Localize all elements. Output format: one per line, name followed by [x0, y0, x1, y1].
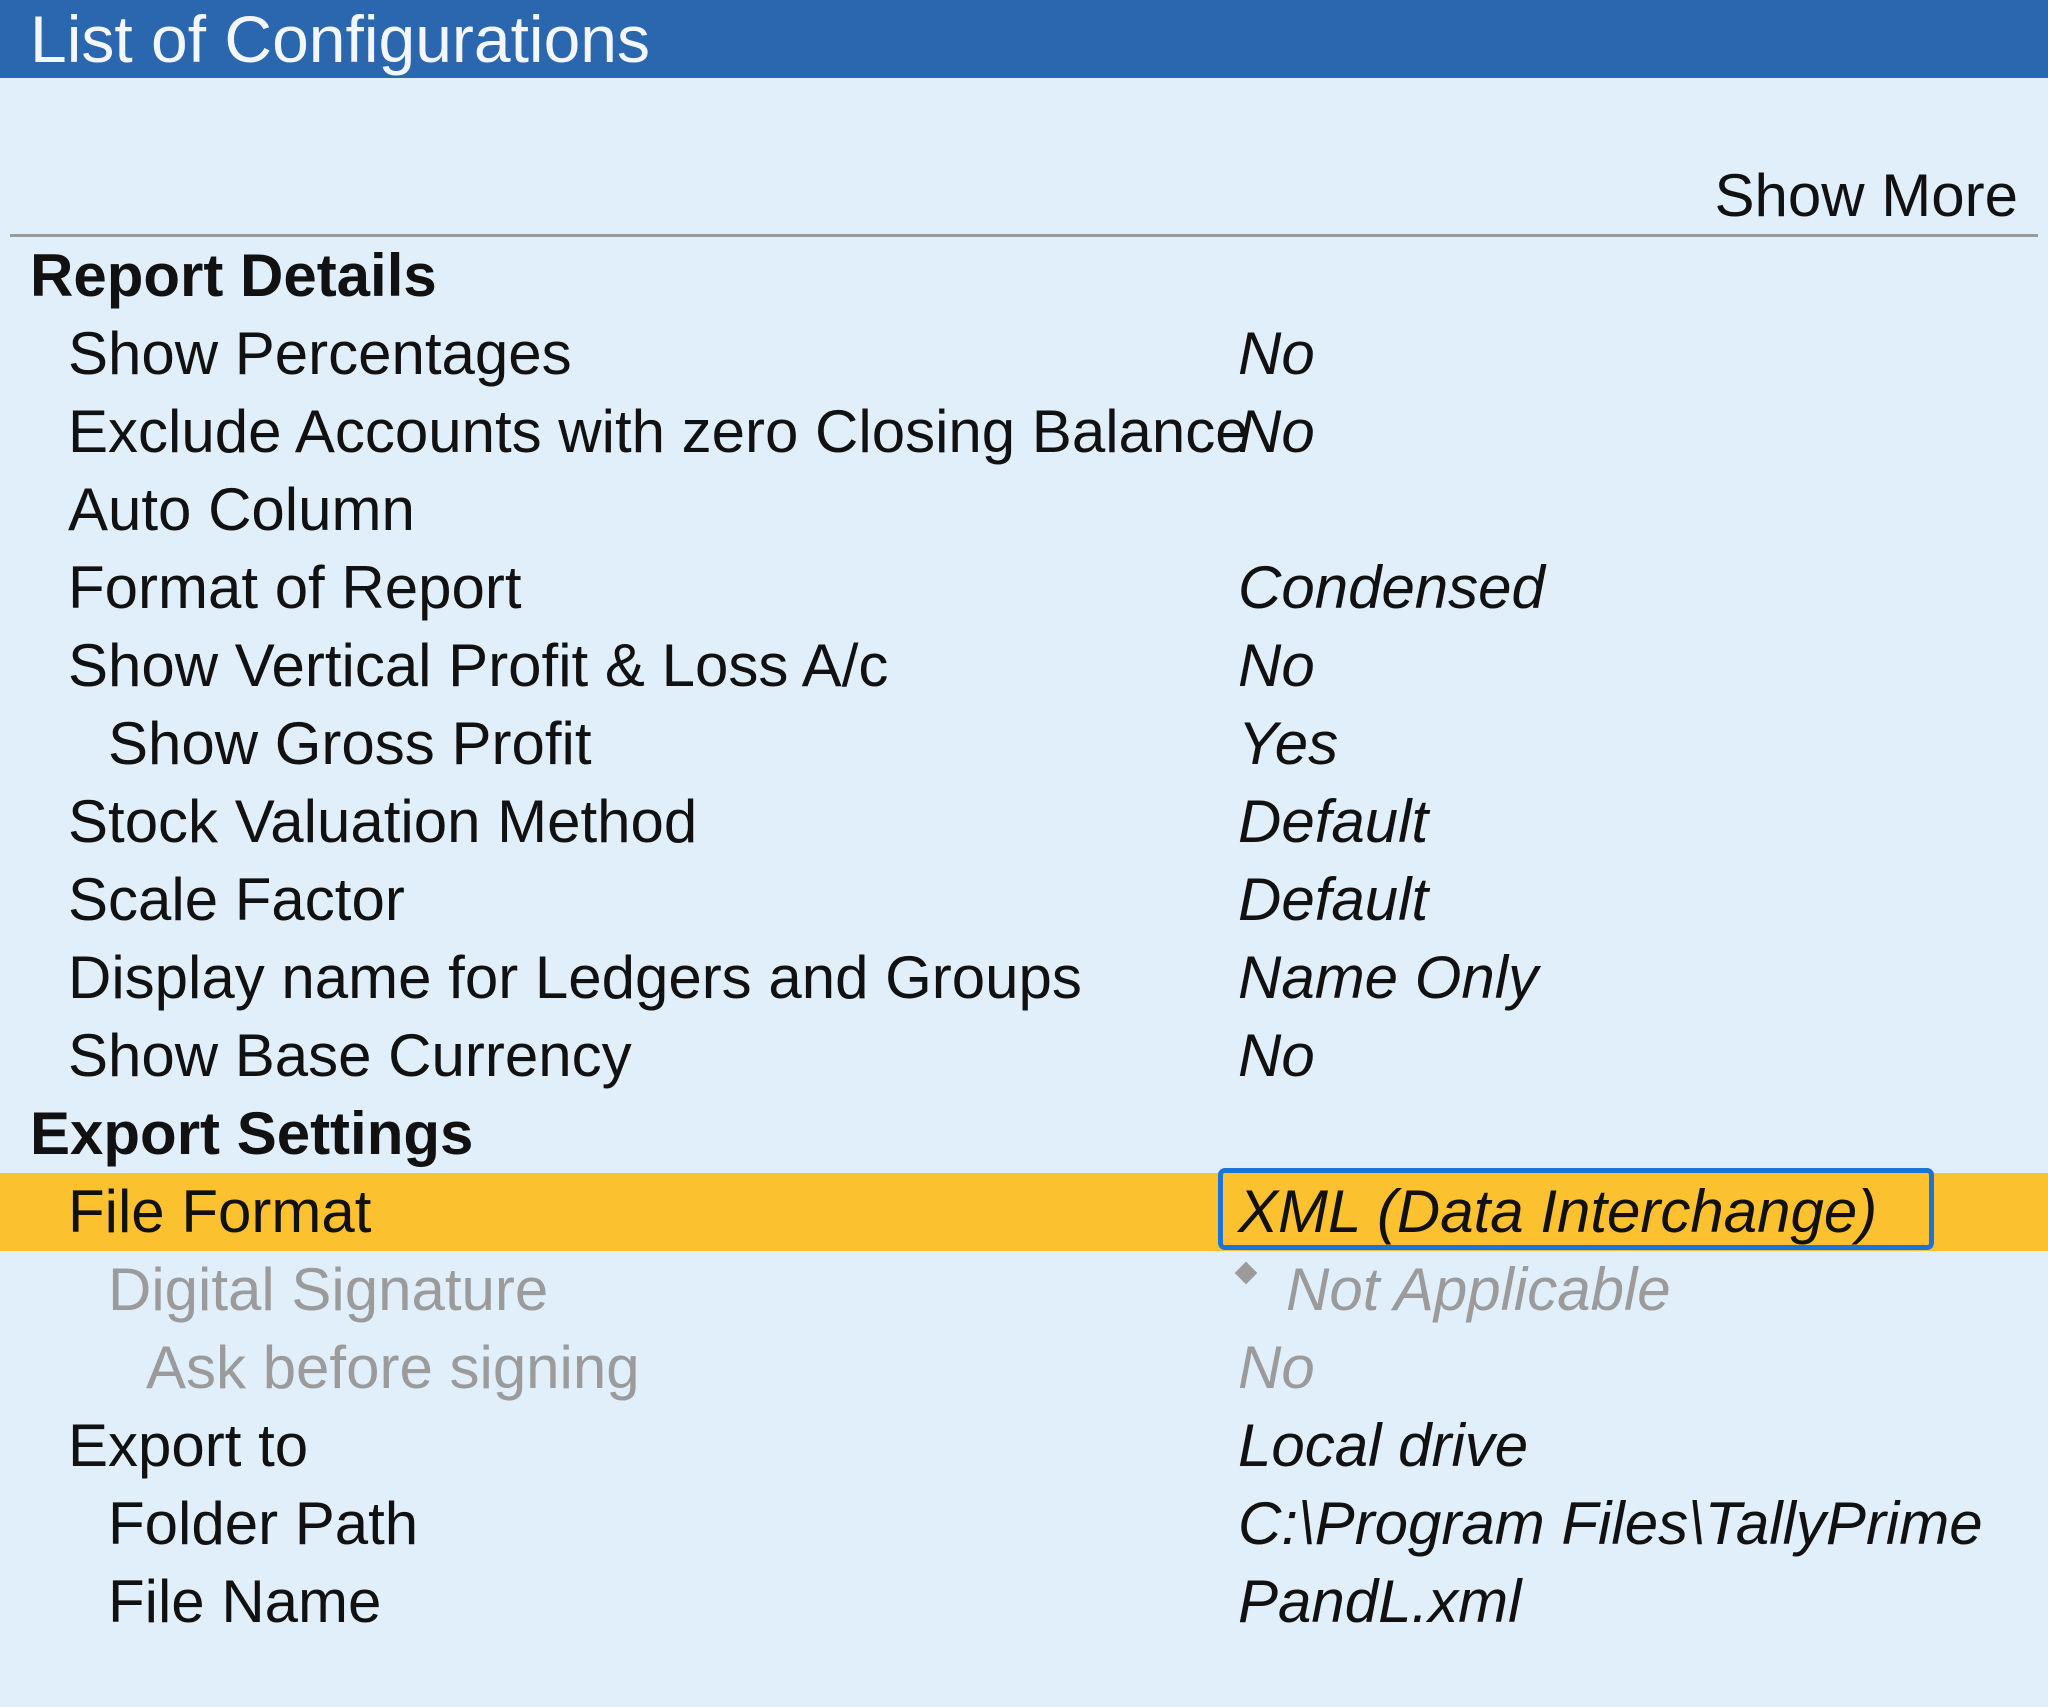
config-label: File Name	[108, 1568, 382, 1635]
section-title: Export Settings	[30, 1100, 474, 1167]
config-label: Show Vertical Profit & Loss A/c	[68, 632, 889, 699]
diamond-icon	[1234, 1261, 1258, 1285]
section-export-settings: Export Settings	[0, 1095, 2048, 1173]
config-row-stock-valuation[interactable]: Stock Valuation Method Default	[0, 783, 2048, 861]
config-row-exclude-zero-balance[interactable]: Exclude Accounts with zero Closing Balan…	[0, 393, 2048, 471]
config-row-base-currency[interactable]: Show Base Currency No	[0, 1017, 2048, 1095]
config-value[interactable]: Yes	[1238, 705, 1338, 783]
config-label: Exclude Accounts with zero Closing Balan…	[68, 398, 1249, 465]
config-label: Ask before signing	[146, 1334, 640, 1401]
section-title: Report Details	[30, 242, 437, 309]
config-value[interactable]: No	[1238, 1017, 1315, 1095]
config-label: Show Gross Profit	[108, 710, 592, 777]
config-label: File Format	[68, 1178, 372, 1245]
config-label: Show Percentages	[68, 320, 572, 387]
config-value-selected[interactable]: XML (Data Interchange)	[1238, 1173, 1877, 1251]
config-label: Auto Column	[68, 476, 415, 543]
config-row-export-to[interactable]: Export to Local drive	[0, 1407, 2048, 1485]
config-row-show-percentages[interactable]: Show Percentages No	[0, 315, 2048, 393]
config-row-vertical-profit-loss[interactable]: Show Vertical Profit & Loss A/c No	[0, 627, 2048, 705]
config-value: Not Applicable	[1234, 1251, 1671, 1329]
config-label: Show Base Currency	[68, 1022, 632, 1089]
config-value-text: Not Applicable	[1286, 1256, 1671, 1323]
section-report-details: Report Details	[0, 237, 2048, 315]
config-row-display-name[interactable]: Display name for Ledgers and Groups Name…	[0, 939, 2048, 1017]
config-value[interactable]: Condensed	[1238, 549, 1545, 627]
config-row-ask-before-signing: Ask before signing No	[0, 1329, 2048, 1407]
config-label: Scale Factor	[68, 866, 405, 933]
show-more-button[interactable]: Show More	[1715, 158, 2018, 234]
window-title: List of Configurations	[0, 0, 2048, 78]
config-value[interactable]: Local drive	[1238, 1407, 1528, 1485]
config-label: Digital Signature	[108, 1256, 549, 1323]
config-row-folder-path[interactable]: Folder Path C:\Program Files\TallyPrime	[0, 1485, 2048, 1563]
config-label: Display name for Ledgers and Groups	[68, 944, 1082, 1011]
config-value[interactable]: No	[1238, 393, 1315, 471]
config-value[interactable]: Default	[1238, 783, 1428, 861]
config-value[interactable]: PandL.xml	[1238, 1563, 1521, 1641]
config-value[interactable]: No	[1238, 627, 1315, 705]
config-label: Export to	[68, 1412, 309, 1479]
config-value: No	[1238, 1334, 1315, 1401]
config-row-digital-signature: Digital Signature Not Applicable	[0, 1251, 2048, 1329]
config-label: Folder Path	[108, 1490, 419, 1557]
config-row-format-of-report[interactable]: Format of Report Condensed	[0, 549, 2048, 627]
config-label: Stock Valuation Method	[68, 788, 698, 855]
config-label: Format of Report	[68, 554, 522, 621]
config-row-file-name[interactable]: File Name PandL.xml	[0, 1563, 2048, 1641]
config-value[interactable]: Default	[1238, 861, 1428, 939]
config-row-auto-column[interactable]: Auto Column	[0, 471, 2048, 549]
configuration-list: Report Details Show Percentages No Exclu…	[0, 237, 2048, 1641]
config-row-file-format[interactable]: File Format XML (Data Interchange)	[0, 1168, 2048, 1251]
config-value[interactable]: C:\Program Files\TallyPrime	[1238, 1485, 1983, 1563]
config-value[interactable]: Name Only	[1238, 939, 1538, 1017]
config-value[interactable]: No	[1238, 315, 1315, 393]
config-row-scale-factor[interactable]: Scale Factor Default	[0, 861, 2048, 939]
config-row-gross-profit[interactable]: Show Gross Profit Yes	[0, 705, 2048, 783]
